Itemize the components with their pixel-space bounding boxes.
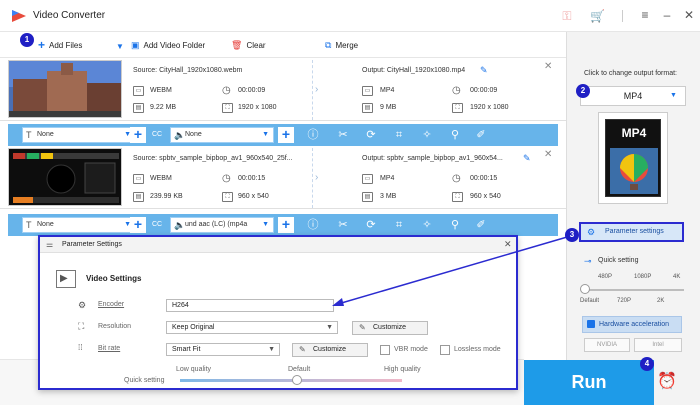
callout-badge: 4 xyxy=(640,357,654,371)
callout-badge: 2 xyxy=(576,84,590,98)
callout-badge: 3 xyxy=(565,228,579,242)
annotation-arrow xyxy=(332,234,575,306)
callout-badge: 1 xyxy=(20,33,34,47)
